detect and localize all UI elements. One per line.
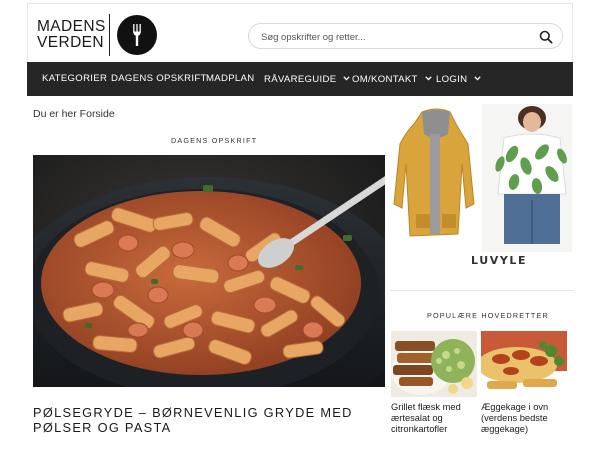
section-label-populaere-hovedretter: POPULÆRE HOVEDRETTER [427, 311, 549, 320]
search-input[interactable] [261, 28, 531, 46]
search-bar [248, 23, 563, 49]
nav-item-login[interactable]: LOGIN [436, 62, 481, 96]
breadcrumb: Du er her Forside [33, 108, 115, 120]
section-label-dagens-opskrift: DAGENS OPSKRIFT [171, 136, 258, 145]
page: MADENS VERDEN Søg opskrifter og retter..… [27, 0, 573, 450]
nav-label: DAGENS OPSKRIFT [111, 73, 207, 84]
recipe-card-image[interactable] [391, 331, 477, 397]
chevron-down-icon [343, 62, 351, 96]
ad-brand-label: LUVYLE [471, 254, 528, 267]
chevron-down-icon [474, 62, 481, 96]
recipe-card-image[interactable] [481, 331, 567, 397]
nav-item-kategorier[interactable]: KATEGORIER [42, 62, 107, 96]
logo-wordmark: MADENS VERDEN [37, 19, 106, 51]
nav-label: MADPLAN [206, 73, 255, 84]
recipe-title[interactable]: PØLSEGRYDE – BØRNEVENLIG GRYDE MED PØLSE… [33, 405, 388, 435]
logo-line-2: VERDEN [37, 34, 104, 51]
site-logo[interactable]: MADENS VERDEN [37, 14, 157, 56]
nav-label: LOGIN [436, 74, 468, 85]
nav-label: KATEGORIER [42, 73, 108, 84]
nav-item-raavareguide[interactable]: RÅVAREGUIDE [264, 62, 351, 96]
main-nav: KATEGORIER DAGENS OPSKRIFT MADPLAN RÅVAR… [27, 62, 573, 96]
recipe-card-title[interactable]: Grillet flæsk med ærtesalat og citronkar… [391, 402, 481, 435]
logo-line-1: MADENS [37, 18, 106, 35]
fork-icon [117, 15, 157, 55]
chevron-down-icon [424, 62, 432, 96]
nav-item-om-kontakt[interactable]: OM/KONTAKT [352, 62, 432, 96]
nav-label: OM/KONTAKT [352, 74, 418, 85]
advertisement[interactable] [392, 104, 573, 268]
nav-label: RÅVAREGUIDE [264, 74, 337, 85]
logo-divider [109, 14, 110, 56]
divider [390, 290, 573, 291]
nav-item-dagens-opskrift[interactable]: DAGENS OPSKRIFT [111, 62, 207, 96]
recipe-hero-image[interactable] [33, 155, 385, 387]
site-header: MADENS VERDEN [27, 3, 573, 62]
search-icon[interactable] [538, 29, 554, 45]
nav-item-madplan[interactable]: MADPLAN [206, 62, 254, 96]
recipe-card-title[interactable]: Æggekage i ovn (verdens bedste æggekage) [481, 402, 571, 435]
